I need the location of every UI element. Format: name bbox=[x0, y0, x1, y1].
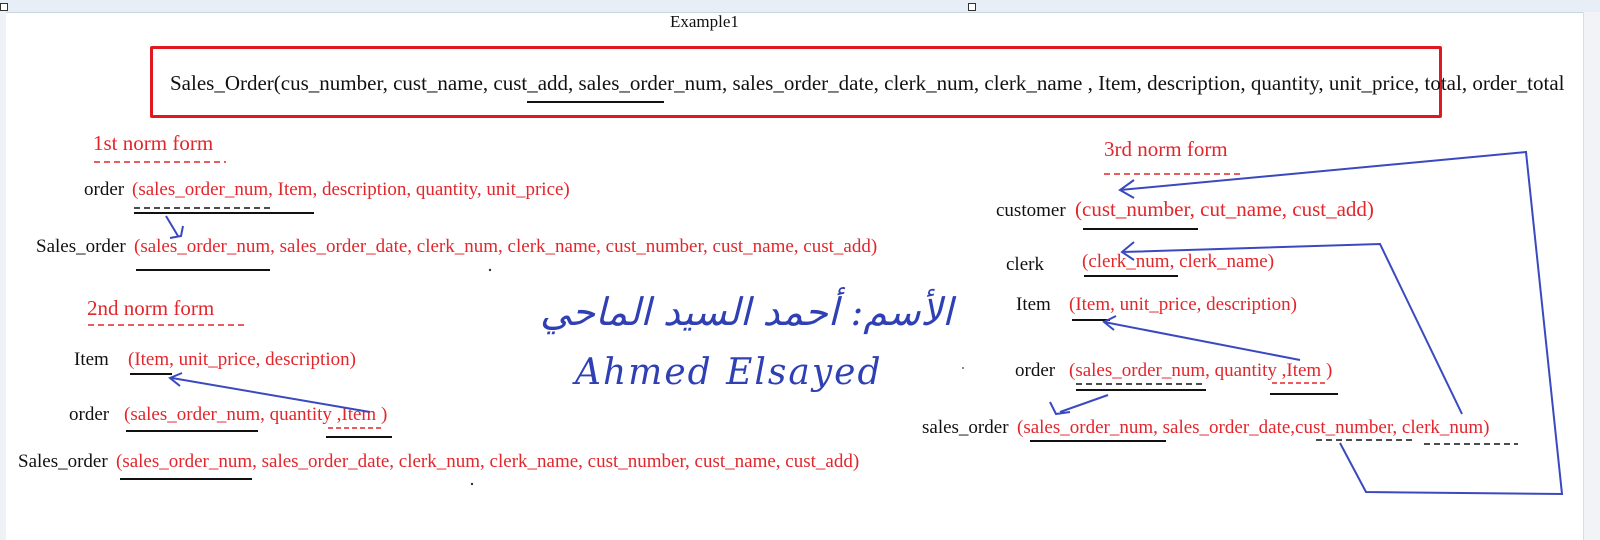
clerk-fk-arrow bbox=[1120, 241, 1463, 415]
item-fk-arrow bbox=[1102, 315, 1301, 361]
annotation-overlay bbox=[88, 101, 1564, 496]
second-nf-fk-arrow bbox=[168, 372, 371, 413]
stray-dot bbox=[488, 268, 492, 272]
stray-dot bbox=[470, 482, 474, 486]
stray-dot bbox=[962, 367, 964, 369]
customer-fk-arrow bbox=[1118, 150, 1564, 496]
order-fk-arrow bbox=[1049, 394, 1109, 416]
first-nf-fk-arrow bbox=[165, 215, 184, 239]
